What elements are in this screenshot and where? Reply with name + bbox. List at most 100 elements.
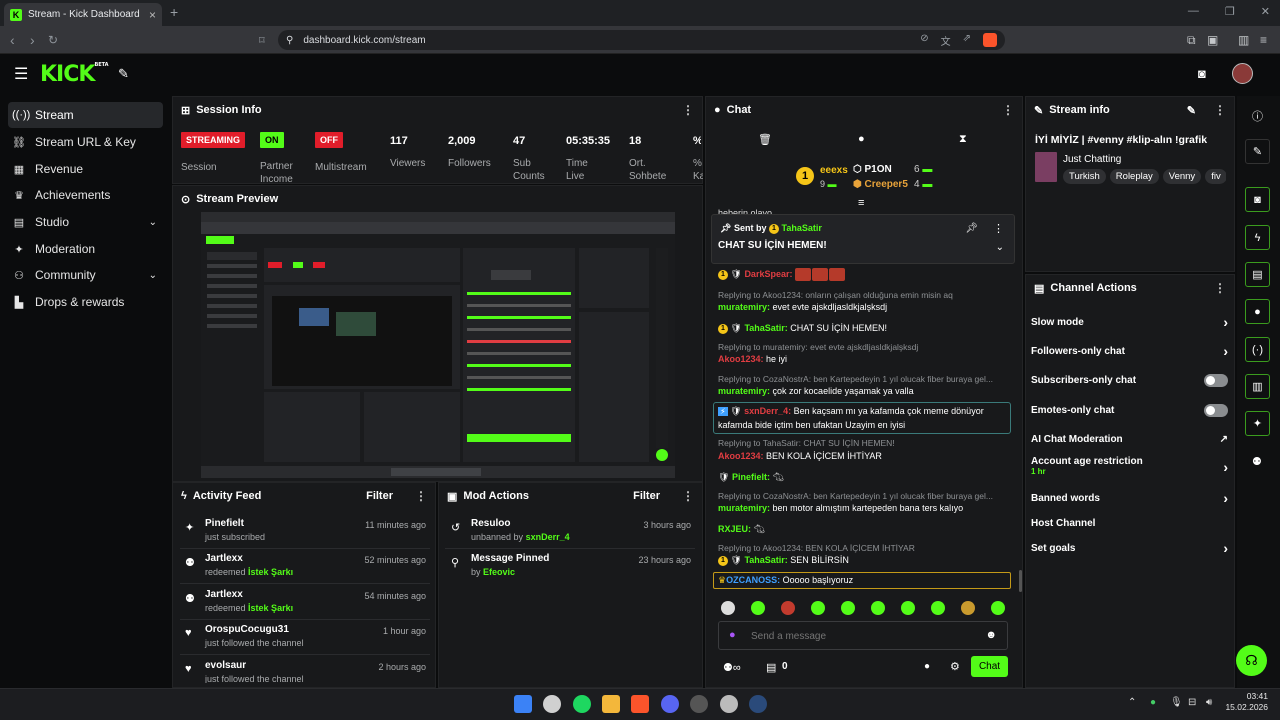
emoji-icon[interactable]: ☻ xyxy=(985,629,997,641)
site-info-icon[interactable]: ⚲ xyxy=(286,35,293,46)
avatar[interactable] xyxy=(1232,63,1253,84)
chat-input-box[interactable]: ● ☻ xyxy=(718,621,1008,650)
eye-off-icon[interactable]: ⊘ xyxy=(920,33,928,48)
start-menu-icon[interactable] xyxy=(514,695,532,713)
network-icon[interactable]: ⊟ xyxy=(1188,697,1196,708)
emote-button[interactable] xyxy=(811,601,825,615)
emote-button[interactable] xyxy=(931,601,945,615)
tag[interactable]: Venny xyxy=(1162,169,1202,184)
browser-tab[interactable]: K Stream - Kick Dashboard × xyxy=(4,3,162,26)
bookmark-icon[interactable]: ⌑ xyxy=(259,34,265,47)
gear-icon[interactable]: ⚙ xyxy=(950,660,960,673)
wrench-rail-button[interactable]: ✦ xyxy=(1245,411,1270,436)
pinned-message[interactable]: 📌︎ Sent by 1 TahaSatir CHAT SU İÇİN HEME… xyxy=(711,214,1015,264)
more-options-icon[interactable]: ⋮ xyxy=(993,222,1004,235)
chat-message[interactable]: muratemiry: ben motor almıştım kartepede… xyxy=(718,502,1014,515)
share-icon[interactable]: ⇗ xyxy=(963,33,971,48)
emotes-only-toggle[interactable] xyxy=(1204,403,1228,417)
more-options-icon[interactable]: ⋮ xyxy=(1002,103,1014,117)
followers-only-row[interactable]: Followers-only chat › xyxy=(1031,341,1228,361)
chat-message-input[interactable] xyxy=(751,628,971,644)
trash-icon[interactable]: 🗑︎ xyxy=(758,133,772,146)
extensions-icon[interactable]: ⧉ xyxy=(1187,33,1196,48)
sidebar-item-moderation[interactable]: ✦ Moderation xyxy=(8,236,163,262)
pin-icon[interactable]: ✎ xyxy=(118,66,129,82)
account-age-row[interactable]: Account age restriction 1 hr › xyxy=(1031,456,1228,482)
list-item[interactable]: ⚉ Jartlexx redeemed İstek Şarkı 54 minutes … xyxy=(180,586,430,620)
chat-message[interactable]: RXJEU: 🐀︎ xyxy=(718,523,1014,536)
camera-icon[interactable]: ◙ xyxy=(1198,66,1206,81)
sidebar-toggle-icon[interactable]: ▥ xyxy=(1238,33,1249,47)
new-tab-icon[interactable]: + xyxy=(170,4,178,20)
lightning-rail-button[interactable]: ϟ xyxy=(1245,225,1270,250)
emote-button[interactable] xyxy=(751,601,765,615)
obs-icon[interactable] xyxy=(690,695,708,713)
chevron-down-icon[interactable]: ⌄ xyxy=(996,242,1004,253)
broadcast-rail-button[interactable]: (·) xyxy=(1245,337,1270,362)
app-icon[interactable] xyxy=(543,695,561,713)
chat-message[interactable]: Akoo1234: BEN KOLA İÇİCEM İHTİYAR xyxy=(718,450,1014,463)
tag[interactable]: Roleplay xyxy=(1109,169,1159,184)
subscribers-only-toggle[interactable] xyxy=(1204,373,1228,387)
brave-browser-icon[interactable] xyxy=(631,695,649,713)
info-icon[interactable]: ⓘ xyxy=(1252,108,1263,124)
chat-settings-bubble-icon[interactable]: ● xyxy=(924,661,930,672)
emote-button[interactable] xyxy=(991,601,1005,615)
more-options-icon[interactable]: ⋮ xyxy=(1214,103,1226,117)
emote-button[interactable] xyxy=(721,601,735,615)
filter-button[interactable]: Filter xyxy=(633,490,660,502)
steam-icon[interactable] xyxy=(749,695,767,713)
kick-logo[interactable]: KICKBETA xyxy=(40,62,109,87)
chat-message[interactable]: 1 🛡︎ DarkSpear: xyxy=(718,268,1014,282)
slow-mode-row[interactable]: Slow mode › xyxy=(1031,312,1228,332)
list-item[interactable]: ↺ Resuloo unbanned by sxnDerr_4 3 hours ago xyxy=(445,515,695,549)
stream-preview-video[interactable] xyxy=(201,212,675,478)
reload-icon[interactable]: ↻ xyxy=(48,33,58,47)
chat-bubble-icon[interactable]: ● xyxy=(858,133,865,145)
sidebar-item-revenue[interactable]: ▦ Revenue xyxy=(8,156,163,182)
ai-moderation-row[interactable]: AI Chat Moderation ↗ xyxy=(1031,429,1228,449)
wallet-icon[interactable]: ▣ xyxy=(1207,33,1218,47)
maximize-icon[interactable]: ❐ xyxy=(1225,5,1235,18)
close-tab-icon[interactable]: × xyxy=(149,8,156,22)
menu-icon[interactable]: ≡ xyxy=(1260,33,1267,47)
spotify-icon[interactable] xyxy=(573,695,591,713)
chat-message[interactable]: muratemiry: çok zor kocaelide yaşamak ya… xyxy=(718,385,1014,398)
chat-scrollbar[interactable] xyxy=(1019,570,1022,592)
system-clock[interactable]: 03:41 15.02.2026 xyxy=(1225,691,1268,713)
filter-button[interactable]: Filter xyxy=(366,490,393,502)
volume-icon[interactable]: 🔊︎ xyxy=(1206,697,1212,708)
sidebar-item-stream-url[interactable]: ⛓ Stream URL & Key xyxy=(8,129,163,155)
points-icon[interactable]: ⚉∞ xyxy=(723,661,741,674)
list-item[interactable]: ⚲ Message Pinned by Efeovic 23 hours ago xyxy=(445,550,695,584)
support-headset-button[interactable]: ☊ xyxy=(1236,645,1267,676)
translate-icon[interactable]: 文 xyxy=(941,33,951,48)
host-channel-row[interactable]: Host Channel xyxy=(1031,513,1228,533)
chat-message[interactable]: Akoo1234: he iyi xyxy=(718,353,1014,366)
settings-icon[interactable] xyxy=(720,695,738,713)
close-window-icon[interactable]: ✕ xyxy=(1261,5,1270,18)
hamburger-menu-icon[interactable]: ☰ xyxy=(14,64,28,84)
send-chat-button[interactable]: Chat xyxy=(971,656,1008,677)
sidebar-item-studio[interactable]: ▤ Studio ⌄ xyxy=(8,209,163,235)
chat-message[interactable]: 1 🛡︎ TahaSatir: CHAT SU İÇİN HEMEN! xyxy=(718,322,1014,335)
chat-message[interactable]: 1 🛡︎ TahaSatir: SEN BİLİRSİN xyxy=(718,554,1014,567)
emote-button[interactable] xyxy=(871,601,885,615)
file-explorer-icon[interactable] xyxy=(602,695,620,713)
tag[interactable]: Turkish xyxy=(1063,169,1106,184)
back-icon[interactable]: ‹ xyxy=(10,32,15,48)
brave-shield-icon[interactable] xyxy=(983,32,997,47)
store-icon[interactable]: ▤ xyxy=(766,661,776,674)
community-icon[interactable]: ⚉ xyxy=(1252,455,1262,468)
emote-button[interactable] xyxy=(781,601,795,615)
sidebar-item-drops[interactable]: ▙ Drops & rewards xyxy=(8,289,163,315)
sidebar-item-stream[interactable]: ((·)) Stream xyxy=(8,102,163,128)
tray-chevron-icon[interactable]: ⌃ xyxy=(1128,697,1136,708)
notes-rail-button[interactable]: ▤ xyxy=(1245,262,1270,287)
emote-button[interactable] xyxy=(901,601,915,615)
chat-message[interactable]: 🛡︎ Pinefielt: 🐀︎ xyxy=(718,471,1014,484)
sidebar-item-achievements[interactable]: ♛ Achievements xyxy=(8,182,163,208)
url-field[interactable]: ⚲ dashboard.kick.com/stream ⊘ 文 ⇗ xyxy=(278,30,1005,50)
microphone-icon[interactable]: ● xyxy=(729,629,736,641)
list-item[interactable]: ♥ OrospuCocugu31 just followed the channel… xyxy=(180,621,430,655)
